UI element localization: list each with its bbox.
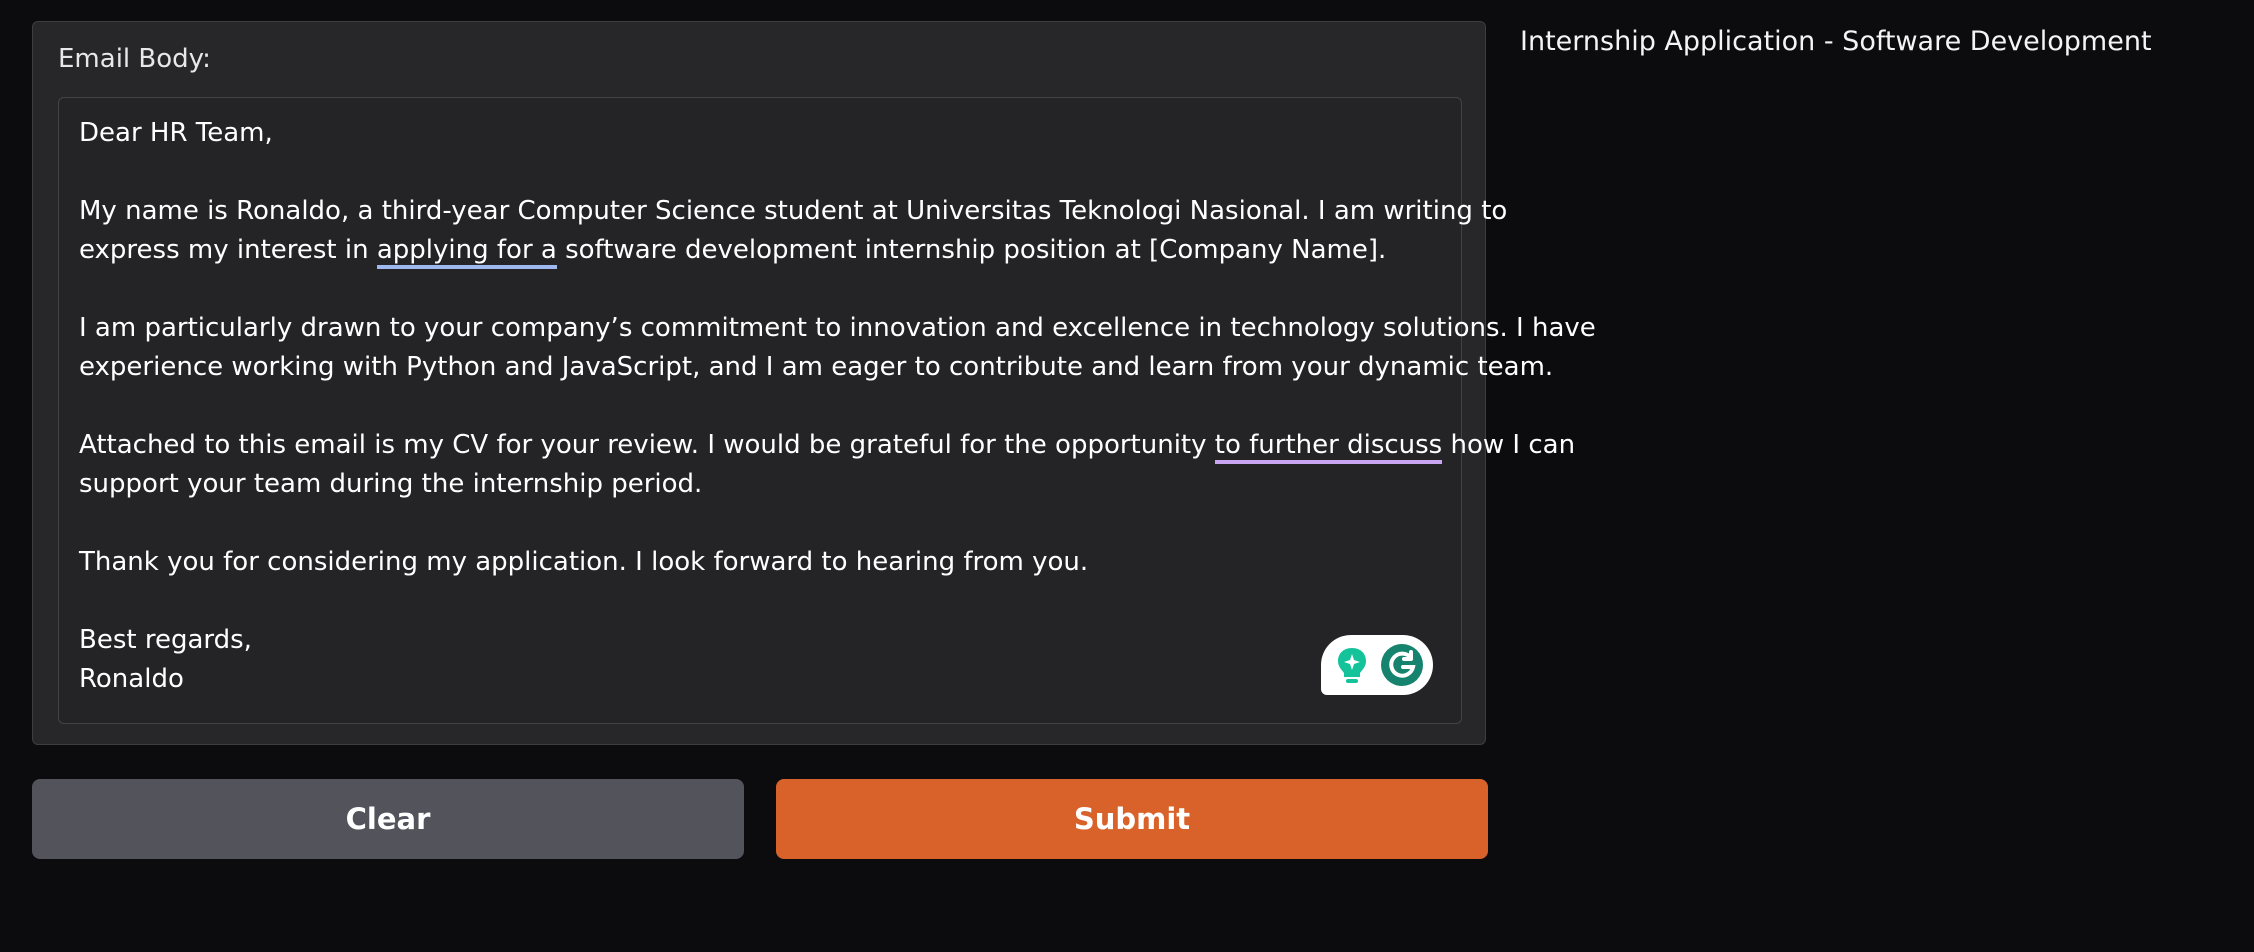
email-body-label: Email Body: — [58, 44, 211, 74]
greeting-line: Dear HR Team, — [79, 118, 273, 148]
subject-output: Internship Application - Software Develo… — [1520, 26, 2152, 57]
body-line: My name is Ronaldo, a third-year Compute… — [79, 196, 1508, 226]
body-line: Attached to this email is my CV for your… — [79, 426, 1575, 465]
email-body-panel: Email Body: Dear HR Team, My name is Ron… — [32, 21, 1596, 745]
body-line: experience working with Python and JavaS… — [79, 352, 1554, 382]
grammarly-logo-icon[interactable] — [1380, 643, 1424, 687]
body-line: Thank you for considering my application… — [79, 547, 1089, 577]
email-body-textarea[interactable]: Dear HR Team, My name is Ronaldo, a thir… — [58, 97, 1596, 724]
body-line: support your team during the internship … — [79, 469, 703, 499]
closing-line: Best regards, — [79, 625, 252, 655]
grammarly-widget[interactable] — [1321, 635, 1433, 695]
body-line: express my interest in applying for a so… — [79, 231, 1441, 270]
grammar-suggestion-underline[interactable]: to further discuss — [1214, 430, 1443, 464]
body-line: I am particularly drawn to your company’… — [79, 313, 1596, 343]
lightbulb-icon[interactable] — [1330, 643, 1374, 687]
signature-line: Ronaldo — [79, 664, 184, 694]
clear-button[interactable]: Clear — [32, 779, 744, 859]
grammar-suggestion-underline[interactable]: applying for a — [376, 235, 557, 269]
submit-button[interactable]: Submit — [776, 779, 1488, 859]
